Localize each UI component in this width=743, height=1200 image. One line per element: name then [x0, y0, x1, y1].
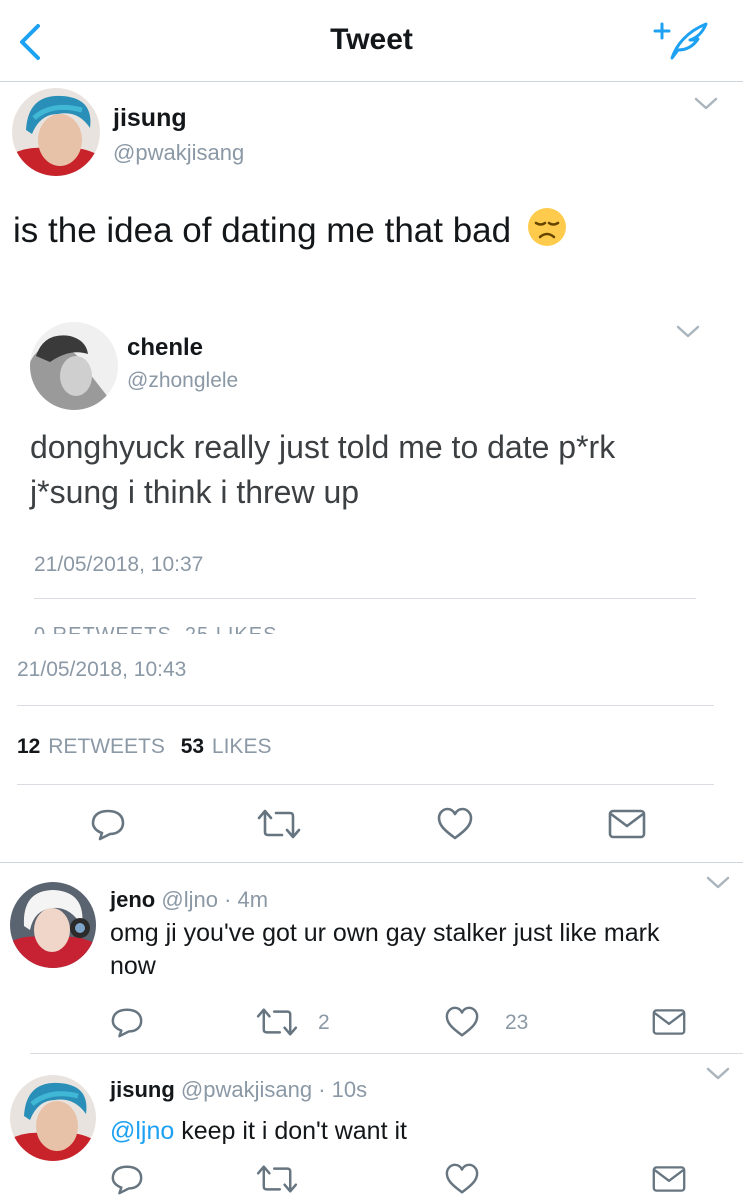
tweet-timestamp: 21/05/2018, 10:43 [17, 658, 187, 681]
reply-author-handle[interactable]: @ljno [161, 887, 218, 912]
compose-button[interactable] [650, 18, 712, 64]
reply-divider [30, 1053, 743, 1054]
reply-like-button[interactable] [444, 1005, 480, 1039]
reply-like-count: 23 [505, 1011, 529, 1034]
reply-author-name[interactable]: jeno [110, 887, 155, 912]
stats-divider-bottom [17, 784, 714, 785]
like-icon [437, 807, 473, 840]
reply-header: jeno @ljno · 4m [110, 887, 268, 913]
main-tweet-bottom-divider [0, 862, 743, 863]
reply-retweet-count: 2 [318, 1011, 330, 1034]
reply2-author-handle[interactable]: @pwakjisang [181, 1077, 312, 1102]
quoted-tweet[interactable]: chenle @zhonglele donghyuck really just … [12, 316, 730, 634]
reply-avatar-2[interactable] [10, 1075, 96, 1161]
tweet-options-button[interactable] [694, 96, 718, 112]
chevron-down-icon [706, 1067, 730, 1080]
disappointed-face-emoji [527, 207, 567, 256]
quoted-options-button[interactable] [676, 324, 700, 340]
quoted-text-line2: j*sung i think i threw up [30, 474, 360, 510]
tweet-text-body: is the idea of dating me that bad [13, 211, 512, 250]
reply2-header: jisung @pwakjisang · 10s [110, 1077, 367, 1103]
reply-icon [111, 1165, 143, 1195]
retweet-button[interactable] [256, 806, 302, 842]
reply2-time: 10s [331, 1077, 368, 1102]
reply-reply-button[interactable] [110, 1005, 144, 1039]
reply2-text: @ljno keep it i don't want it [110, 1117, 407, 1146]
message-icon [652, 1166, 686, 1192]
reply-message-button[interactable] [652, 1008, 686, 1036]
reply-avatar[interactable] [10, 882, 96, 968]
tweet-text: is the idea of dating me that bad [13, 207, 567, 256]
reply2-author-name[interactable]: jisung [110, 1077, 175, 1102]
reply-retweet-button[interactable] [255, 1005, 299, 1039]
author-name[interactable]: jisung [113, 104, 187, 133]
like-label[interactable]: LIKES [212, 735, 272, 758]
reply-time: 4m [237, 887, 269, 912]
chevron-down-icon [676, 325, 700, 338]
reply2-retweet-button[interactable] [255, 1162, 299, 1196]
reply2-mention[interactable]: @ljno [110, 1117, 174, 1145]
page-title: Tweet [330, 23, 413, 56]
quoted-text-line1: donghyuck really just told me to date p*… [30, 429, 616, 465]
retweet-label[interactable]: RETWEETS [48, 735, 165, 758]
reply-text-line2: now [110, 952, 156, 980]
reply-icon [91, 809, 125, 841]
like-icon [445, 1006, 479, 1037]
quoted-stats-cut: 0 RETWEETS 25 LIKES [34, 624, 277, 634]
header-divider [0, 81, 743, 82]
reply2-reply-button[interactable] [110, 1162, 144, 1196]
tweet-stats: 12 RETWEETS 53 LIKES [17, 735, 271, 759]
avatar[interactable] [12, 88, 100, 176]
quoted-author-name[interactable]: chenle [127, 334, 203, 362]
reply-text-line1: omg ji you've got ur own gay stalker jus… [110, 919, 660, 947]
retweet-icon [257, 809, 301, 839]
quoted-avatar[interactable] [30, 322, 118, 410]
retweet-count[interactable]: 12 [17, 735, 40, 758]
reply-icon [111, 1008, 143, 1038]
reply2-like-button[interactable] [444, 1162, 480, 1196]
chevron-down-icon [706, 876, 730, 889]
message-button[interactable] [608, 809, 646, 839]
reply2-separator: · [318, 1077, 326, 1102]
message-icon [652, 1009, 686, 1035]
like-count[interactable]: 53 [181, 735, 204, 758]
like-button[interactable] [436, 806, 474, 842]
stats-divider-top [17, 705, 714, 706]
like-icon [445, 1163, 479, 1194]
retweet-icon [256, 1165, 298, 1193]
quoted-timestamp: 21/05/2018, 10:37 [34, 553, 204, 576]
retweet-icon [256, 1008, 298, 1036]
reply2-text-body: keep it i don't want it [174, 1117, 407, 1145]
chevron-down-icon [694, 97, 718, 110]
reply-separator: · [224, 887, 232, 912]
reply2-message-button[interactable] [652, 1165, 686, 1193]
author-handle[interactable]: @pwakjisang [113, 140, 244, 166]
quoted-author-handle[interactable]: @zhonglele [127, 369, 238, 393]
message-icon [608, 809, 646, 839]
reply-button[interactable] [90, 806, 126, 842]
compose-icon [653, 22, 708, 60]
reply2-options-button[interactable] [706, 1066, 730, 1082]
quoted-divider [34, 598, 696, 599]
reply-options-button[interactable] [706, 875, 730, 891]
header-bar: Tweet [0, 0, 743, 82]
